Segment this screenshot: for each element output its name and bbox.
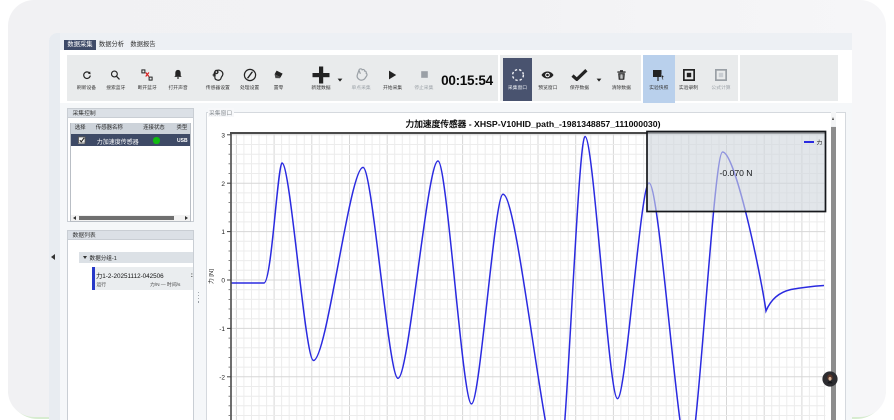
svg-text:0: 0 — [221, 278, 225, 285]
svg-text:-1: -1 — [219, 326, 225, 333]
svg-text:1: 1 — [221, 229, 225, 236]
svg-text:-0.070 N: -0.070 N — [720, 168, 753, 178]
svg-text:3: 3 — [221, 132, 225, 139]
svg-text:-2: -2 — [219, 374, 225, 381]
svg-text:2: 2 — [221, 181, 225, 188]
svg-text:力: 力 — [817, 139, 823, 147]
svg-text:力 [N]: 力 [N] — [207, 269, 215, 284]
